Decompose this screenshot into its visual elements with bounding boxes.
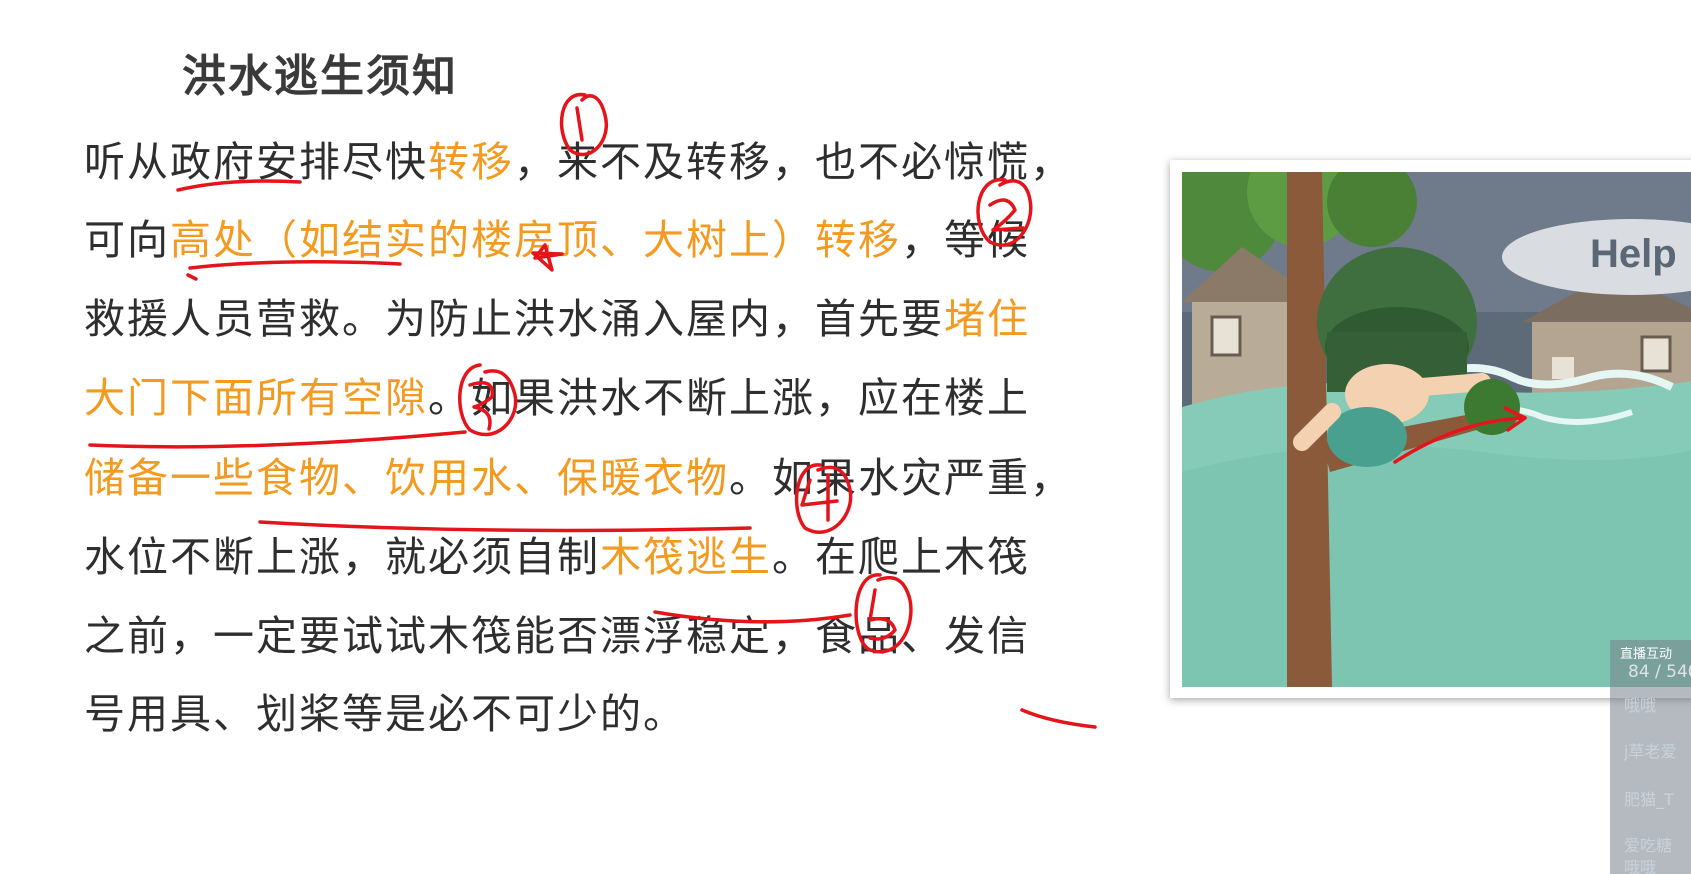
body-text: 号用具、划桨等是必不可少的。 <box>84 690 686 738</box>
text-line-3: 救援人员营救。为防止洪水涌入屋内，首先要堵住 <box>84 285 1164 345</box>
body-text: 之前，一定要试试木筏能否漂浮稳定，食品、发信 <box>84 612 1030 660</box>
slide-canvas: 洪水逃生须知 听从政府安排尽快转移，来不及转移，也不必惊慌， 可向高处（如结实的… <box>0 0 1691 874</box>
body-text: 水位不断上涨，就必须自制 <box>84 533 600 581</box>
text-line-2: 可向高处（如结实的楼房顶、大树上）转移，等候 <box>84 206 1164 266</box>
body-text: 救援人员营救。为防止洪水涌入屋内，首先要 <box>84 295 944 343</box>
help-speech-text: Help <box>1590 232 1677 276</box>
live-viewer-count: 84 / 540 <box>1628 662 1691 682</box>
text-line-7: 之前，一定要试试木筏能否漂浮稳定，食品、发信 <box>84 602 1164 662</box>
chat-message: 哦哦 <box>1624 858 1657 874</box>
text-line-5: 储备一些食物、饮用水、保暖衣物。如果水灾严重， <box>84 444 1164 504</box>
chat-message: 哦哦 <box>1624 696 1657 715</box>
highlighted-text: 高处（如结实的楼房顶、大树上）转移 <box>170 216 901 264</box>
body-text: 可向 <box>84 216 170 264</box>
chat-message: j草老爱 <box>1624 742 1677 761</box>
body-text: ，等候 <box>901 216 1030 264</box>
text-line-4: 大门下面所有空隙。如果洪水不断上涨，应在楼上 <box>84 364 1164 424</box>
highlighted-text: 堵住 <box>944 295 1030 343</box>
highlighted-text: 转移 <box>428 138 514 186</box>
chat-message: 肥猫_T <box>1624 790 1674 809</box>
highlighted-text: 木筏逃生 <box>600 533 772 581</box>
text-line-6: 水位不断上涨，就必须自制木筏逃生。在爬上木筏 <box>84 523 1164 583</box>
body-text: 。如果洪水不断上涨，应在楼上 <box>428 374 1030 422</box>
body-text: 。在爬上木筏 <box>772 533 1030 581</box>
chat-message: 爱吃糖 <box>1624 836 1673 855</box>
highlighted-text: 储备一些食物、饮用水、保暖衣物 <box>84 454 729 502</box>
body-text: ，来不及转移，也不必惊慌， <box>514 138 1073 186</box>
underline-tick <box>186 273 198 281</box>
highlighted-text: 大门下面所有空隙 <box>84 374 428 422</box>
slide-title: 洪水逃生须知 <box>182 51 458 102</box>
live-panel-title: 直播互动 <box>1620 647 1673 662</box>
body-text: 听从政府安排尽快 <box>84 138 428 186</box>
live-interaction-panel[interactable]: 直播互动 84 / 540 哦哦 j草老爱 肥猫_T 爱吃糖 哦哦 <box>1610 640 1691 874</box>
text-line-1: 听从政府安排尽快转移，来不及转移，也不必惊慌， <box>84 128 1164 188</box>
text-line-8: 号用具、划桨等是必不可少的。 <box>84 680 1164 740</box>
body-text: 。如果水灾严重， <box>729 454 1073 502</box>
